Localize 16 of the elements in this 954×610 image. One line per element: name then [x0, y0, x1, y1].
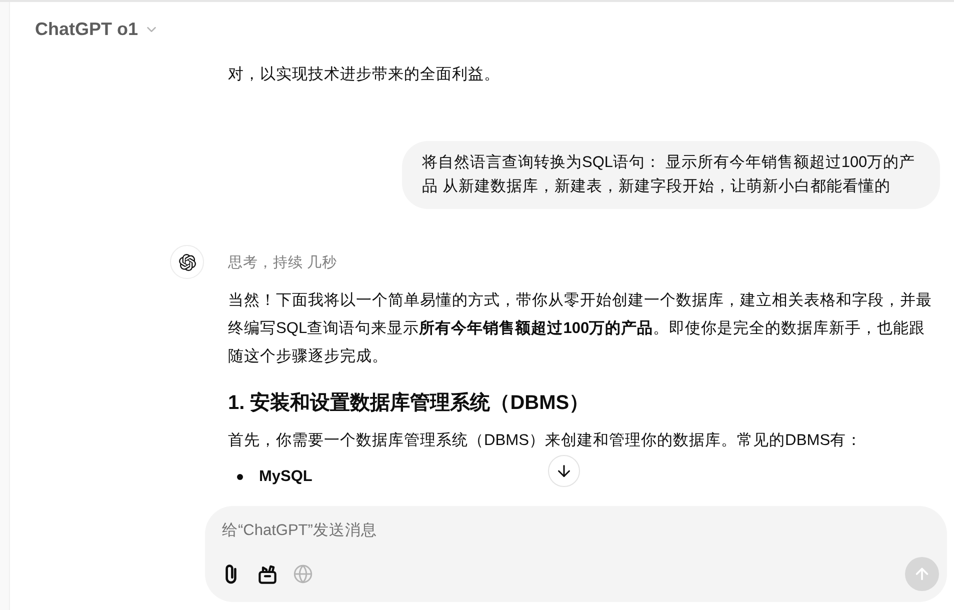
message-input[interactable]: 给“ChatGPT”发送消息	[213, 506, 939, 552]
section-heading: 1. 安装和设置数据库管理系统（DBMS）	[228, 390, 590, 416]
thinking-status[interactable]: 思考，持续 几秒	[228, 245, 338, 279]
message-text: 首先，你需要一个数据库管理系统（DBMS）来创建和管理你的数据库。常见的DBMS有：	[228, 431, 864, 451]
message-text: 当然！下面我将以一个简单易懂的方式，带你从零开始创建一个数据库，建立相关表格和字段，并最终编写SQL查询语句来显示所有今年销售额超过100万的产品。即使你是完全的数据库新手，也能跟随这个步骤逐步完成。	[228, 290, 933, 367]
paperclip-icon	[224, 564, 238, 584]
composer-box[interactable]: 给“ChatGPT”发送消息	[205, 506, 947, 602]
arrow-down-icon	[555, 462, 573, 480]
bullet-icon	[237, 474, 243, 480]
message-text: 对，以实现技术进步带来的全面利益。	[228, 65, 501, 85]
toolbox-icon	[258, 564, 276, 584]
user-message: 将自然语言查询转换为SQL语句： 显示所有今年销售额超过100万的产品 从新建数据库，新建表，新建字段开始，让萌新小白都能看懂的	[402, 141, 940, 209]
model-selector[interactable]: ChatGPT o1	[35, 18, 160, 40]
globe-icon	[293, 564, 313, 584]
scroll-down-button[interactable]	[548, 455, 580, 487]
list-item-text: MySQL	[259, 467, 312, 487]
